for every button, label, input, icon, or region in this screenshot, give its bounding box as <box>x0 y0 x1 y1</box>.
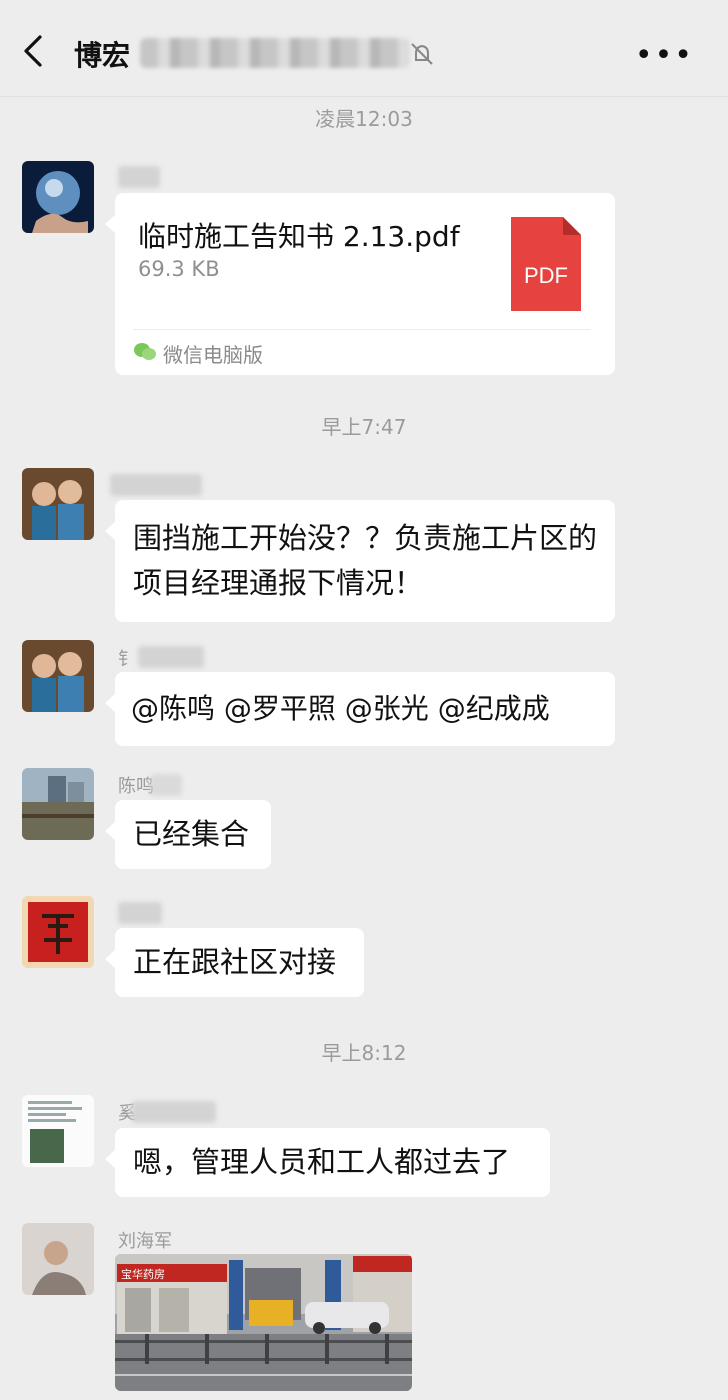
svg-text:宝华药房: 宝华药房 <box>121 1267 165 1281</box>
chevron-left-icon[interactable] <box>22 34 46 68</box>
avatar[interactable] <box>22 161 94 233</box>
avatar[interactable] <box>22 1223 94 1295</box>
file-message[interactable]: 临时施工告知书 2.13.pdf 69.3 KB PDF 微信电脑版 <box>105 193 615 375</box>
wechat-icon <box>134 343 156 360</box>
text-message[interactable]: @陈鸣 @罗平照 @张光 @纪成成 <box>105 672 615 746</box>
avatar[interactable] <box>22 896 94 968</box>
avatar[interactable] <box>22 640 94 712</box>
more-dots-icon[interactable]: ••• <box>635 38 694 73</box>
timestamp: 早上7:47 <box>321 415 407 439</box>
nickname-redacted <box>118 166 160 188</box>
nickname-redacted <box>150 774 182 796</box>
avatar[interactable] <box>22 468 94 540</box>
text-message[interactable]: 嗯，管理人员和工人都过去了 <box>105 1128 550 1197</box>
text-message[interactable]: 正在跟社区对接 <box>105 928 364 997</box>
pdf-file-icon: PDF <box>511 217 581 311</box>
sender-name: 钅 <box>118 649 136 670</box>
avatar[interactable] <box>22 768 94 840</box>
nickname-redacted <box>132 1101 216 1123</box>
text-message[interactable]: 围挡施工开始没？？负责施工片区的项目经理通报下情况！ <box>105 500 615 622</box>
avatar[interactable] <box>22 1095 94 1167</box>
sender-name: 陈鸣 <box>118 776 154 797</box>
sender-name: 刘海军 <box>118 1231 172 1252</box>
mute-bell-icon <box>411 43 433 65</box>
nickname-redacted <box>118 902 162 924</box>
text-message[interactable]: 已经集合 <box>105 800 271 869</box>
file-size: 69.3 KB <box>138 257 220 281</box>
image-message[interactable]: 宝华药房 <box>115 1254 412 1391</box>
chat-header: 博宏 ••• <box>0 0 728 97</box>
svg-text:PDF: PDF <box>524 263 568 288</box>
title-redacted <box>140 38 410 68</box>
file-name: 临时施工告知书 2.13.pdf <box>138 220 460 253</box>
chat-title: 博宏 <box>74 39 131 72</box>
timestamp: 凌晨12:03 <box>315 107 413 131</box>
file-source: 微信电脑版 <box>163 343 263 367</box>
nickname-redacted <box>138 646 204 668</box>
timestamp: 早上8:12 <box>321 1041 407 1065</box>
nickname-redacted <box>110 474 202 496</box>
